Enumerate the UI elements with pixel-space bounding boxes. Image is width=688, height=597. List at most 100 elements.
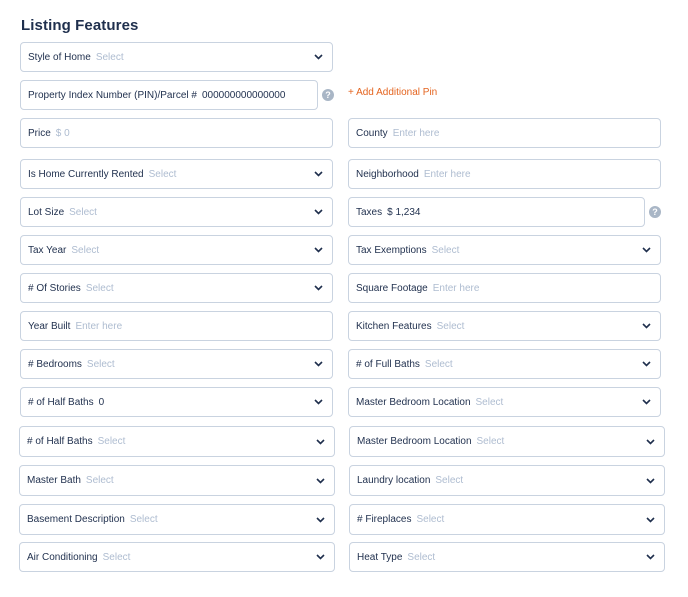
chevron-down-icon [313,245,323,255]
county-field[interactable]: County Enter here [348,118,661,148]
heat-type-select[interactable]: Heat Type Select [349,542,665,572]
field-value: Select [85,475,114,486]
chevron-down-icon [313,52,323,62]
half-baths-select[interactable]: # of Half Baths 0 [20,387,333,417]
bedrooms-select[interactable]: # Bedrooms Select [20,349,333,379]
chevron-down-icon [313,359,323,369]
lot-size-select[interactable]: Lot Size Select [20,197,333,227]
chevron-down-icon [315,552,325,562]
master-bath-select[interactable]: Master Bath Select [19,465,335,496]
field-value: Select [85,282,114,294]
field-value: Select [102,551,131,563]
field-value: Select [475,396,504,408]
field-value: Select [97,436,126,447]
field-label: Master Bedroom Location [356,396,471,408]
chevron-down-icon [641,321,651,331]
price-field[interactable]: Price $ 0 [20,118,333,148]
chevron-down-icon [641,397,651,407]
field-label: Master Bedroom Location [357,436,472,447]
master-bedroom-location-select-2[interactable]: Master Bedroom Location Select [349,426,665,457]
help-icon[interactable]: ? [322,89,334,101]
field-label: # of Half Baths [28,396,94,408]
field-value: 000000000000000 [201,89,286,101]
field-label: Taxes [356,206,383,218]
field-value: Enter here [432,282,480,294]
full-baths-select[interactable]: # of Full Baths Select [348,349,661,379]
field-label: Laundry location [357,475,431,486]
chevron-down-icon [645,552,655,562]
tax-exemptions-select[interactable]: Tax Exemptions Select [348,235,661,265]
field-value: $ 0 [55,127,70,139]
field-value: Select [407,551,436,563]
field-label: Tax Exemptions [356,244,427,256]
field-label: County [356,127,388,139]
field-label: Property Index Number (PIN)/Parcel # [28,89,197,101]
pin-field[interactable]: Property Index Number (PIN)/Parcel # 000… [20,80,318,110]
section-title: Listing Features [21,17,139,34]
chevron-down-icon [313,169,323,179]
tax-year-select[interactable]: Tax Year Select [20,235,333,265]
chevron-down-icon [641,245,651,255]
style-of-home-select[interactable]: Style of Home Select [20,42,333,72]
stories-select[interactable]: # Of Stories Select [20,273,333,303]
neighborhood-field[interactable]: Neighborhood Enter here [348,159,661,189]
chevron-down-icon [313,283,323,293]
add-pin-link[interactable]: + Add Additional Pin [348,87,437,98]
field-value: Select [435,475,464,486]
field-label: # of Full Baths [356,358,420,370]
half-baths-select-2[interactable]: # of Half Baths Select [19,426,335,457]
field-label: Heat Type [357,551,403,563]
chevron-down-icon [645,515,655,525]
field-value: Select [69,206,97,218]
field-label: Neighborhood [356,168,419,180]
fireplaces-select[interactable]: # Fireplaces Select [349,504,665,535]
field-value: Select [436,320,465,332]
field-label: # Fireplaces [357,514,412,525]
year-built-field[interactable]: Year Built Enter here [20,311,333,341]
field-label: Square Footage [356,282,428,294]
field-value: Select [431,244,460,256]
field-label: Is Home Currently Rented [28,168,144,180]
chevron-down-icon [641,359,651,369]
field-value: 0 [98,396,105,408]
air-conditioning-select[interactable]: Air Conditioning Select [19,542,335,572]
field-label: Basement Description [27,514,125,525]
basement-description-select[interactable]: Basement Description Select [19,504,335,535]
square-footage-field[interactable]: Square Footage Enter here [348,273,661,303]
chevron-down-icon [645,437,655,447]
field-value: Select [416,514,445,525]
chevron-down-icon [313,397,323,407]
field-label: Price [28,127,51,139]
field-label: Master Bath [27,475,81,486]
taxes-field[interactable]: Taxes $ 1,234 [348,197,645,227]
field-label: Lot Size [28,206,65,218]
home-rented-select[interactable]: Is Home Currently Rented Select [20,159,333,189]
field-label: Kitchen Features [356,320,432,332]
field-label: # Bedrooms [28,358,82,370]
field-value: Select [71,244,100,256]
field-value: Select [95,51,124,63]
field-value: Enter here [423,168,471,180]
field-label: # Of Stories [28,282,81,294]
chevron-down-icon [315,476,325,486]
field-value: Enter here [392,127,440,139]
field-label: Style of Home [28,51,91,63]
chevron-down-icon [315,515,325,525]
kitchen-features-select[interactable]: Kitchen Features Select [348,311,661,341]
field-value: Select [86,358,115,370]
field-value: Select [129,514,158,525]
field-label: Tax Year [28,244,67,256]
chevron-down-icon [645,476,655,486]
field-value: Enter here [75,320,123,332]
field-label: Year Built [28,320,71,332]
field-value: Select [476,436,505,447]
laundry-location-select[interactable]: Laundry location Select [349,465,665,496]
field-label: Air Conditioning [27,551,98,563]
master-bedroom-location-select[interactable]: Master Bedroom Location Select [348,387,661,417]
field-value: $ 1,234 [387,206,421,218]
chevron-down-icon [315,437,325,447]
chevron-down-icon [313,207,323,217]
help-icon[interactable]: ? [649,206,661,218]
field-value: Select [148,168,177,180]
field-value: Select [424,358,453,370]
